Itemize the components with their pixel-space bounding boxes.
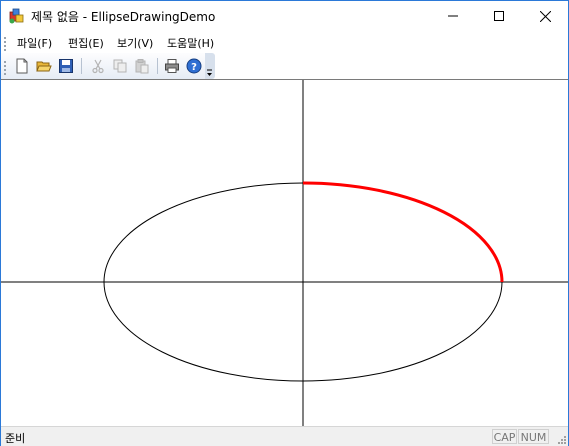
toolbar-grip[interactable] [4, 59, 7, 77]
toolbar-separator [157, 58, 158, 74]
menu-help[interactable]: 도움말(H) [167, 35, 214, 51]
minimize-button[interactable] [430, 1, 476, 31]
resize-grip-icon[interactable] [557, 435, 567, 445]
minimize-icon [448, 15, 458, 17]
chevron-down-icon [207, 69, 212, 76]
new-button[interactable] [13, 57, 31, 75]
ellipse-drawing [1, 80, 568, 426]
menu-edit[interactable]: 편집(E) [68, 35, 104, 51]
close-button[interactable] [522, 1, 568, 31]
menu-view[interactable]: 보기(V) [117, 35, 153, 51]
copy-icon [113, 59, 127, 73]
cut-icon [92, 59, 104, 74]
app-window: 제목 없음 - EllipseDrawingDemo 파일(F) 편집(E) 보… [0, 0, 569, 446]
print-icon [165, 59, 179, 73]
menu-file[interactable]: 파일(F) [17, 35, 52, 51]
status-text: 준비 [5, 432, 26, 445]
maximize-icon [494, 11, 504, 21]
mfc-app-icon [9, 8, 24, 24]
drawing-canvas[interactable] [1, 79, 568, 426]
help-icon: ? [186, 58, 202, 74]
open-button[interactable] [35, 57, 53, 75]
menu-bar: 파일(F) 편집(E) 보기(V) 도움말(H) [1, 31, 568, 53]
svg-text:?: ? [191, 62, 197, 73]
cut-button[interactable] [89, 57, 107, 75]
status-bar: 준비 CAP NUM [1, 426, 568, 446]
toolbar-separator [81, 58, 82, 74]
about-button[interactable]: ? [185, 57, 203, 75]
open-folder-icon [36, 61, 52, 72]
copy-button[interactable] [111, 57, 129, 75]
save-button[interactable] [57, 57, 75, 75]
paste-button[interactable] [133, 57, 151, 75]
status-num-indicator: NUM [518, 429, 549, 444]
toolbar: ? [1, 53, 213, 79]
print-button[interactable] [163, 57, 181, 75]
maximize-button[interactable] [476, 1, 522, 31]
save-disk-icon [59, 59, 73, 73]
status-cap-indicator: CAP [492, 429, 517, 444]
menubar-grip[interactable] [4, 35, 7, 53]
highlighted-arc [302, 181, 504, 283]
new-file-icon [16, 58, 28, 74]
toolbar-overflow-button[interactable] [205, 53, 215, 79]
close-icon [539, 10, 551, 22]
paste-icon [135, 59, 149, 74]
window-title: 제목 없음 - EllipseDrawingDemo [31, 10, 216, 24]
title-bar[interactable]: 제목 없음 - EllipseDrawingDemo [1, 1, 568, 31]
